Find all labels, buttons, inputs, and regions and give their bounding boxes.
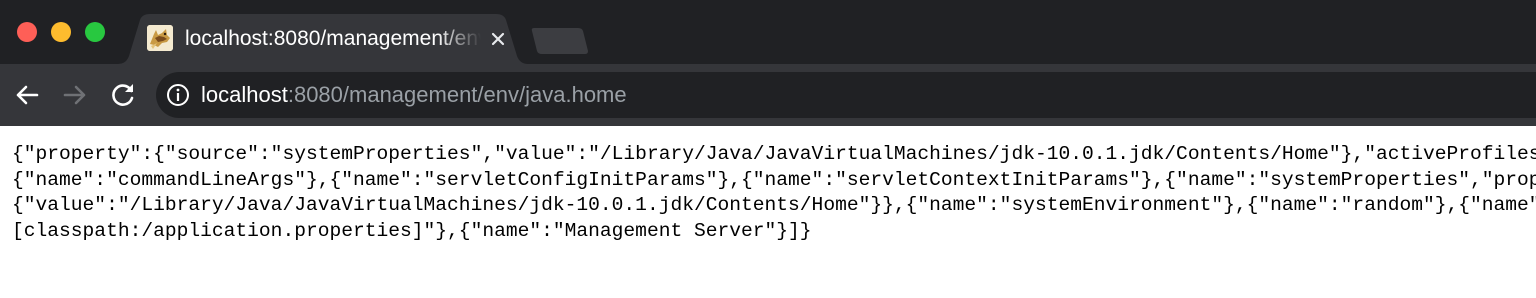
arrow-right-icon[interactable] — [60, 80, 90, 110]
tab-active[interactable]: localhost:8080/management/env/java.home — [118, 14, 528, 64]
arrow-left-icon[interactable] — [12, 80, 42, 110]
url-path: :8080/management/env/java.home — [287, 82, 627, 107]
tab-title: localhost:8080/management/env/java.home — [185, 27, 481, 50]
info-icon[interactable] — [166, 83, 190, 107]
new-tab-button[interactable] — [530, 28, 590, 54]
close-icon[interactable] — [488, 29, 508, 49]
json-line: {"value":"/Library/Java/JavaVirtualMachi… — [12, 194, 1536, 217]
json-line: {"property":{"source":"systemProperties"… — [12, 143, 1536, 165]
json-line: {"name":"commandLineArgs"},{"name":"serv… — [12, 168, 1536, 191]
url-host: localhost — [201, 82, 288, 107]
browser-window: localhost:8080/management/env/java.home — [0, 0, 1536, 298]
json-response-body: {"property":{"source":"systemProperties"… — [12, 142, 1536, 244]
toolbar: localhost:8080/management/env/java.home — [0, 64, 1536, 126]
page-content: {"property":{"source":"systemProperties"… — [0, 126, 1536, 298]
address-bar[interactable]: localhost:8080/management/env/java.home — [156, 72, 1536, 118]
window-close-button[interactable] — [17, 22, 37, 42]
reload-icon[interactable] — [108, 80, 138, 110]
window-minimize-button[interactable] — [51, 22, 71, 42]
tomcat-icon — [147, 25, 173, 51]
window-maximize-button[interactable] — [85, 22, 105, 42]
json-line: [classpath:/application.properties]"},{"… — [12, 219, 812, 242]
tab-strip: localhost:8080/management/env/java.home — [0, 0, 1536, 64]
url-text[interactable]: localhost:8080/management/env/java.home — [201, 81, 627, 109]
